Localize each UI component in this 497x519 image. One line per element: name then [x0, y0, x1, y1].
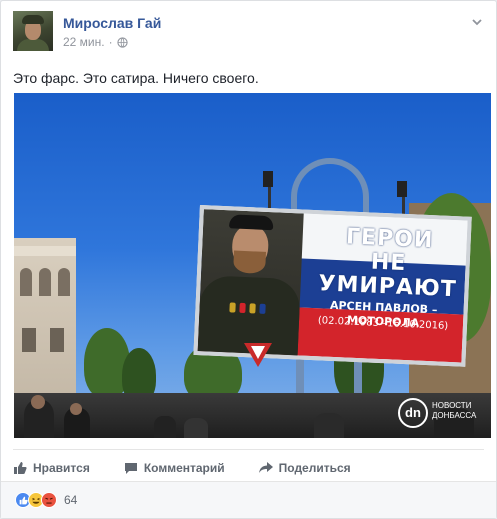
meta-separator: ·: [108, 35, 113, 49]
billboard-headline: ГЕРОИ НЕ УМИРАЮТ: [318, 224, 458, 303]
post-photo[interactable]: ГЕРОИ НЕ УМИРАЮТ АРСЕН ПАВЛОВ – МОТОРОЛА…: [14, 93, 491, 438]
thumbs-up-icon: [14, 461, 27, 474]
billboard-portrait: [197, 209, 304, 367]
globe-icon[interactable]: [116, 36, 128, 48]
post-actions: Нравится Комментарий Поделиться: [13, 449, 484, 481]
like-label: Нравится: [33, 460, 90, 475]
post-meta: 22 мин. ·: [63, 35, 128, 49]
post-card: Мирослав Гай 22 мин. · Это фарс. Это сат…: [0, 0, 497, 519]
like-button[interactable]: Нравится: [13, 457, 90, 475]
chevron-down-icon[interactable]: [470, 15, 484, 29]
watermark-logo: dn: [398, 398, 428, 428]
watermark-text: НОВОСТИ ДОНБАССА: [432, 401, 477, 420]
billboard: ГЕРОИ НЕ УМИРАЮТ АРСЕН ПАВЛОВ – МОТОРОЛА…: [193, 205, 472, 367]
reaction-count[interactable]: 64: [64, 493, 77, 507]
share-icon: [258, 461, 273, 473]
reactions-bar[interactable]: 64: [1, 481, 496, 518]
share-button[interactable]: Поделиться: [258, 457, 351, 475]
comment-icon: [124, 462, 137, 474]
post-time[interactable]: 22 мин.: [63, 35, 105, 49]
share-label: Поделиться: [278, 460, 351, 475]
comment-button[interactable]: Комментарий: [124, 457, 225, 475]
comment-label: Комментарий: [143, 460, 225, 475]
post-text: Это фарс. Это сатира. Ничего своего.: [13, 70, 259, 86]
avatar[interactable]: [13, 11, 53, 51]
post-author[interactable]: Мирослав Гай: [63, 15, 161, 31]
angry-icon: [41, 492, 57, 508]
post-header: Мирослав Гай 22 мин. ·: [13, 11, 484, 57]
